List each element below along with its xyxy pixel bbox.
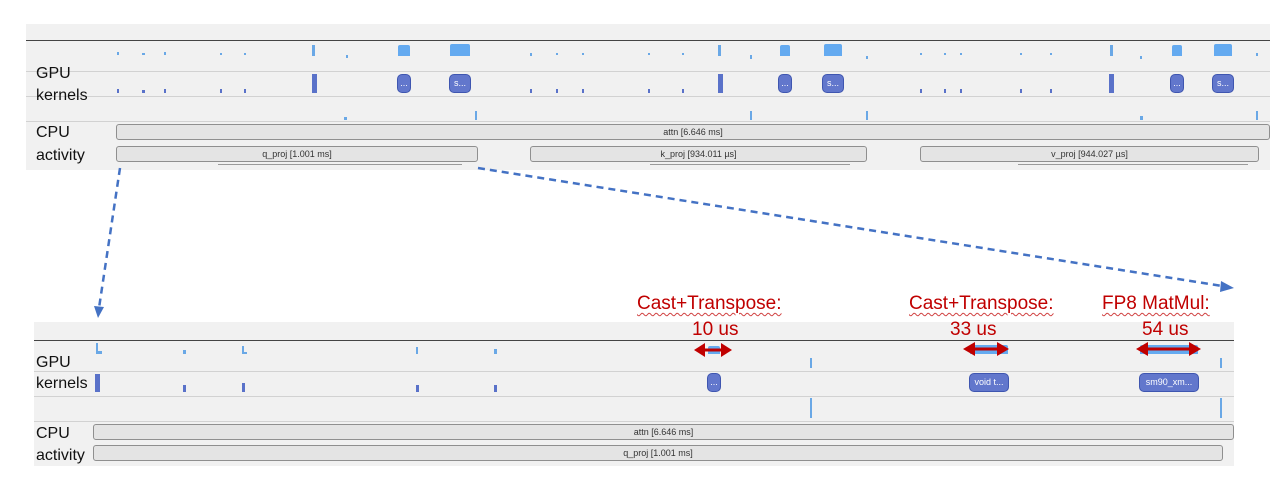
duration-arrows — [694, 342, 1201, 357]
